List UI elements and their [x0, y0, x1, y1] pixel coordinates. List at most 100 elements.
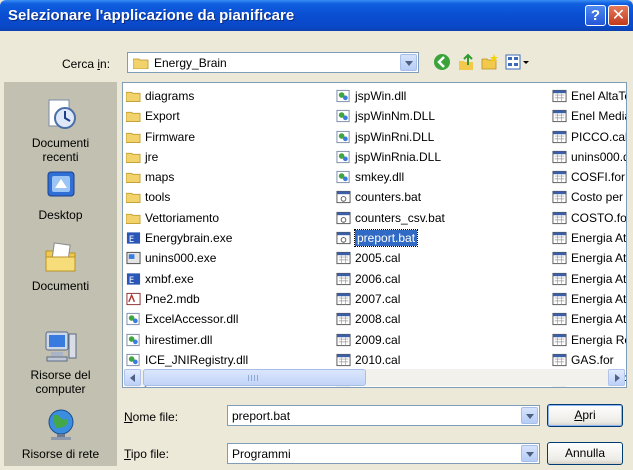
- list-item[interactable]: ICE_JNIRegistry.dll: [125, 350, 248, 370]
- cal-file-icon: [336, 272, 351, 285]
- file-name: unins000.exe: [145, 251, 217, 266]
- list-item[interactable]: Energia Att: [551, 269, 626, 289]
- file-name: jre: [145, 149, 159, 164]
- list-item[interactable]: GAS.for: [551, 350, 626, 370]
- place-my-documents[interactable]: Documenti: [4, 239, 117, 293]
- list-item-selected[interactable]: preport.bat: [335, 228, 445, 248]
- list-item[interactable]: maps: [125, 167, 248, 187]
- help-button[interactable]: ?: [585, 5, 606, 26]
- file-list[interactable]: diagrams Export Firmware jre maps tools Vettor…: [122, 82, 627, 388]
- file-name: Energybrain.exe: [145, 231, 233, 246]
- list-item[interactable]: 2010.cal: [335, 350, 445, 370]
- back-icon[interactable]: [432, 53, 452, 73]
- file-name: jspWinRni.DLL: [355, 129, 435, 144]
- list-item[interactable]: Pne2.mdb: [125, 289, 248, 309]
- list-item[interactable]: ExcelAccessor.dll: [125, 309, 248, 329]
- list-item[interactable]: counters.bat: [335, 187, 445, 207]
- list-item[interactable]: Enel Media: [551, 106, 626, 126]
- list-item[interactable]: unins000.d: [551, 147, 626, 167]
- horizontal-scrollbar[interactable]: [124, 369, 625, 386]
- cal-file-icon: [552, 171, 567, 184]
- file-type-combo[interactable]: Programmi: [227, 443, 540, 464]
- network-icon: [48, 409, 73, 440]
- list-item[interactable]: jspWinRnia.DLL: [335, 147, 445, 167]
- cal-file-icon: [552, 110, 567, 123]
- list-item[interactable]: 2006.cal: [335, 269, 445, 289]
- list-item[interactable]: Energia Att: [551, 228, 626, 248]
- list-item[interactable]: tools: [125, 187, 248, 207]
- list-item[interactable]: smkey.dll: [335, 167, 445, 187]
- file-name: jspWin.dll: [355, 89, 407, 103]
- dll-file-icon: [336, 130, 350, 143]
- places-bar: Documenti recenti Desktop Documenti Riso…: [4, 82, 117, 466]
- list-item[interactable]: COSFI.for: [551, 167, 626, 187]
- file-name: Export: [145, 109, 180, 124]
- look-in-combo[interactable]: Energy_Brain: [127, 52, 419, 73]
- exe-file-icon: E: [126, 232, 141, 244]
- list-item[interactable]: COSTO.for: [551, 208, 627, 228]
- list-item[interactable]: Exmbf.exe: [125, 269, 248, 289]
- list-item[interactable]: Vettoriamento: [125, 208, 248, 228]
- list-item[interactable]: Firmware: [125, 127, 248, 147]
- list-item[interactable]: Energia Att: [551, 248, 626, 268]
- list-item[interactable]: 2005.cal: [335, 248, 445, 268]
- file-name: Energia Att: [571, 312, 627, 327]
- file-name: diagrams: [145, 89, 195, 103]
- look-in-dropdown-arrow[interactable]: [400, 54, 417, 71]
- file-name: 2010.cal: [355, 352, 401, 367]
- list-item[interactable]: hirestimer.dll: [125, 330, 248, 350]
- list-item[interactable]: Energia Rea: [551, 330, 626, 350]
- exe2-file-icon: [126, 252, 141, 265]
- close-button[interactable]: ✕: [608, 5, 629, 26]
- file-name: 2008.cal: [355, 312, 401, 327]
- list-item[interactable]: PICCO.cal: [551, 127, 626, 147]
- list-item[interactable]: Energia Att: [551, 309, 627, 329]
- cal-file-icon: [552, 211, 567, 224]
- list-item[interactable]: 2008.cal: [335, 309, 445, 329]
- file-name: COSTO.for: [571, 210, 627, 225]
- list-item[interactable]: counters_csv.bat: [335, 208, 445, 228]
- title-bar[interactable]: Selezionare l'applicazione da pianificar…: [0, 0, 633, 31]
- file-name: maps: [145, 170, 175, 185]
- place-recent-documents[interactable]: Documenti recenti: [4, 96, 117, 164]
- file-name: smkey.dll: [355, 170, 405, 185]
- scroll-thumb[interactable]: [143, 369, 366, 386]
- list-item[interactable]: jspWin.dll: [335, 86, 445, 106]
- dll-file-icon: [126, 333, 140, 346]
- list-item[interactable]: Energia Att: [551, 289, 626, 309]
- place-desktop[interactable]: Desktop: [4, 168, 117, 222]
- file-name: preport.bat: [353, 229, 419, 248]
- list-item[interactable]: Costo per s: [551, 187, 626, 207]
- new-folder-icon[interactable]: [480, 53, 500, 73]
- list-item[interactable]: 2009.cal: [335, 330, 445, 350]
- file-name-label: Nome file:: [124, 410, 179, 424]
- view-menu-icon[interactable]: [504, 53, 530, 73]
- up-folder-icon[interactable]: [456, 53, 476, 73]
- list-item[interactable]: unins000.exe: [125, 248, 248, 268]
- cancel-button[interactable]: Annulla: [547, 442, 623, 465]
- list-item[interactable]: E Energybrain.exe: [125, 228, 248, 248]
- cal-file-icon: [552, 333, 567, 346]
- list-item[interactable]: jspWinNm.DLL: [335, 106, 445, 126]
- exe-file-icon: E: [126, 273, 141, 284]
- cal-file-icon: [552, 231, 567, 245]
- scroll-left-button[interactable]: [124, 369, 141, 386]
- list-item[interactable]: jspWinRni.DLL: [335, 127, 445, 147]
- recent-documents-icon: [48, 99, 76, 129]
- place-network[interactable]: Risorse di rete: [4, 407, 117, 461]
- file-name-dropdown-arrow[interactable]: [521, 407, 538, 424]
- file-name-combo[interactable]: preport.bat: [227, 405, 540, 426]
- file-name-value[interactable]: preport.bat: [232, 409, 290, 423]
- file-type-dropdown-arrow[interactable]: [521, 445, 538, 462]
- bat-file-icon: [336, 211, 351, 224]
- scroll-right-button[interactable]: [608, 369, 625, 386]
- open-button[interactable]: Apri: [547, 404, 623, 427]
- place-my-computer[interactable]: Risorse del computer: [4, 328, 117, 396]
- list-item[interactable]: 2007.cal: [335, 289, 445, 309]
- list-item[interactable]: jre: [125, 147, 248, 167]
- list-item[interactable]: diagrams: [125, 86, 248, 106]
- list-item[interactable]: Enel AltaTe: [551, 86, 626, 106]
- folder-icon: [126, 173, 141, 184]
- list-item[interactable]: Export: [125, 106, 248, 126]
- desktop-icon: [47, 171, 74, 197]
